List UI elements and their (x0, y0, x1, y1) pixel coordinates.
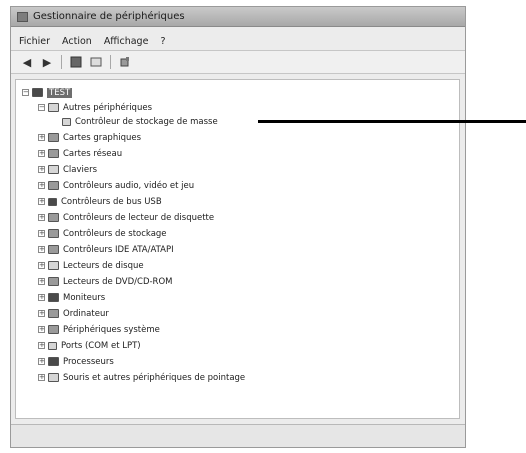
expand-toggle[interactable]: + (38, 262, 45, 269)
processor-icon (48, 357, 59, 366)
tree-item-lecteurs-dvd[interactable]: + Lecteurs de DVD/CD-ROM (38, 275, 173, 288)
expand-toggle[interactable]: + (38, 374, 45, 381)
expand-toggle[interactable]: + (38, 214, 45, 221)
tree-item-label: Cartes réseau (63, 148, 123, 159)
scan-hardware-icon[interactable] (117, 55, 133, 69)
expand-toggle[interactable]: + (38, 310, 45, 317)
device-tree[interactable]: − TEST − Autres périphériques Contrôleur… (15, 79, 460, 419)
tree-item-label: Contrôleurs IDE ATA/ATAPI (63, 244, 174, 255)
display-adapter-icon (48, 133, 59, 142)
tree-item-label: Contrôleurs audio, vidéo et jeu (63, 180, 195, 191)
menu-help[interactable]: ? (160, 36, 165, 47)
tree-item-controleurs-stockage[interactable]: + Contrôleurs de stockage (38, 227, 167, 240)
tree-item-label: Processeurs (63, 356, 114, 367)
tree-item-label: Ordinateur (63, 308, 109, 319)
tree-root[interactable]: − TEST (22, 86, 73, 99)
expand-toggle[interactable]: + (38, 198, 45, 205)
tree-item-controleurs-disquette[interactable]: + Contrôleurs de lecteur de disquette (38, 211, 214, 224)
tree-item-ordinateur[interactable]: + Ordinateur (38, 307, 109, 320)
unknown-device-icon (48, 103, 59, 112)
window-title: Gestionnaire de périphériques (33, 11, 185, 22)
expand-toggle[interactable]: + (38, 294, 45, 301)
title-bar[interactable]: Gestionnaire de périphériques (11, 7, 465, 27)
ide-controller-icon (48, 245, 59, 254)
expand-toggle[interactable]: + (38, 342, 45, 349)
keyboard-icon (48, 165, 59, 174)
tree-item-peripheriques-systeme[interactable]: + Périphériques système (38, 323, 160, 336)
device-manager-window: Gestionnaire de périphériques Fichier Ac… (10, 6, 466, 448)
tree-view-icon[interactable] (68, 55, 84, 69)
properties-icon[interactable] (88, 55, 104, 69)
tree-item-label: Lecteurs de DVD/CD-ROM (63, 276, 173, 287)
tree-item-ports[interactable]: + Ports (COM et LPT) (38, 339, 141, 352)
root-label: TEST (47, 87, 73, 98)
menu-fichier[interactable]: Fichier (19, 36, 50, 47)
tree-item-lecteurs-disque[interactable]: + Lecteurs de disque (38, 259, 144, 272)
back-arrow-icon[interactable]: ◀ (19, 55, 35, 69)
tree-item-label: Moniteurs (63, 292, 106, 303)
tree-item-controleur-stockage-masse[interactable]: Contrôleur de stockage de masse (62, 115, 218, 128)
usb-icon (48, 197, 57, 206)
status-bar (11, 424, 465, 447)
computer-icon (48, 309, 59, 318)
expand-toggle[interactable]: + (38, 326, 45, 333)
tree-item-claviers[interactable]: + Claviers (38, 163, 97, 176)
tree-item-label: Contrôleurs de bus USB (61, 196, 162, 207)
tree-item-cartes-graphiques[interactable]: + Cartes graphiques (38, 131, 141, 144)
floppy-controller-icon (48, 213, 59, 222)
expand-toggle[interactable]: + (38, 358, 45, 365)
tree-item-controleurs-ide[interactable]: + Contrôleurs IDE ATA/ATAPI (38, 243, 174, 256)
disk-drive-icon (48, 261, 59, 270)
menu-affichage[interactable]: Affichage (104, 36, 149, 47)
tree-item-label: Périphériques système (63, 324, 160, 335)
annotation-pointer-line (258, 120, 526, 123)
expand-toggle[interactable]: + (38, 150, 45, 157)
collapse-toggle[interactable]: − (22, 89, 29, 96)
menu-bar: Fichier Action Affichage ? (11, 33, 465, 49)
collapse-toggle[interactable]: − (38, 104, 45, 111)
monitor-icon (48, 293, 59, 302)
tree-item-label: Cartes graphiques (63, 132, 142, 143)
forward-arrow-icon[interactable]: ▶ (39, 55, 55, 69)
computer-icon (32, 88, 43, 97)
expand-toggle[interactable]: + (38, 182, 45, 189)
device-manager-icon (17, 11, 28, 22)
network-adapter-icon (48, 149, 59, 158)
expand-toggle[interactable]: + (38, 134, 45, 141)
expand-toggle[interactable]: + (38, 166, 45, 173)
tree-item-processeurs[interactable]: + Processeurs (38, 355, 114, 368)
tree-item-label: Lecteurs de disque (63, 260, 144, 271)
tree-item-label: Contrôleur de stockage de masse (75, 116, 218, 127)
tree-item-controleurs-usb[interactable]: + Contrôleurs de bus USB (38, 195, 162, 208)
mouse-icon (48, 373, 59, 382)
toolbar: ◀ ▶ (11, 50, 465, 74)
tree-item-label: Autres périphériques (63, 102, 152, 113)
tree-item-label: Souris et autres périphériques de pointa… (63, 372, 246, 383)
tree-item-label: Claviers (63, 164, 98, 175)
tree-item-label: Ports (COM et LPT) (61, 340, 141, 351)
sound-icon (48, 181, 59, 190)
warning-device-icon (62, 117, 71, 126)
port-icon (48, 341, 57, 350)
tree-item-label: Contrôleurs de stockage (63, 228, 167, 239)
dvd-drive-icon (48, 277, 59, 286)
system-device-icon (48, 325, 59, 334)
storage-controller-icon (48, 229, 59, 238)
menu-action[interactable]: Action (62, 36, 92, 47)
tree-item-souris[interactable]: + Souris et autres périphériques de poin… (38, 371, 245, 384)
tree-item-label: Contrôleurs de lecteur de disquette (63, 212, 215, 223)
toolbar-separator (61, 55, 62, 69)
tree-item-moniteurs[interactable]: + Moniteurs (38, 291, 105, 304)
expand-toggle[interactable]: + (38, 230, 45, 237)
expand-toggle[interactable]: + (38, 278, 45, 285)
tree-item-autres-peripheriques[interactable]: − Autres périphériques (38, 101, 152, 114)
expand-toggle[interactable]: + (38, 246, 45, 253)
tree-item-cartes-reseau[interactable]: + Cartes réseau (38, 147, 122, 160)
toolbar-separator (110, 55, 111, 69)
tree-item-controleurs-audio[interactable]: + Contrôleurs audio, vidéo et jeu (38, 179, 194, 192)
